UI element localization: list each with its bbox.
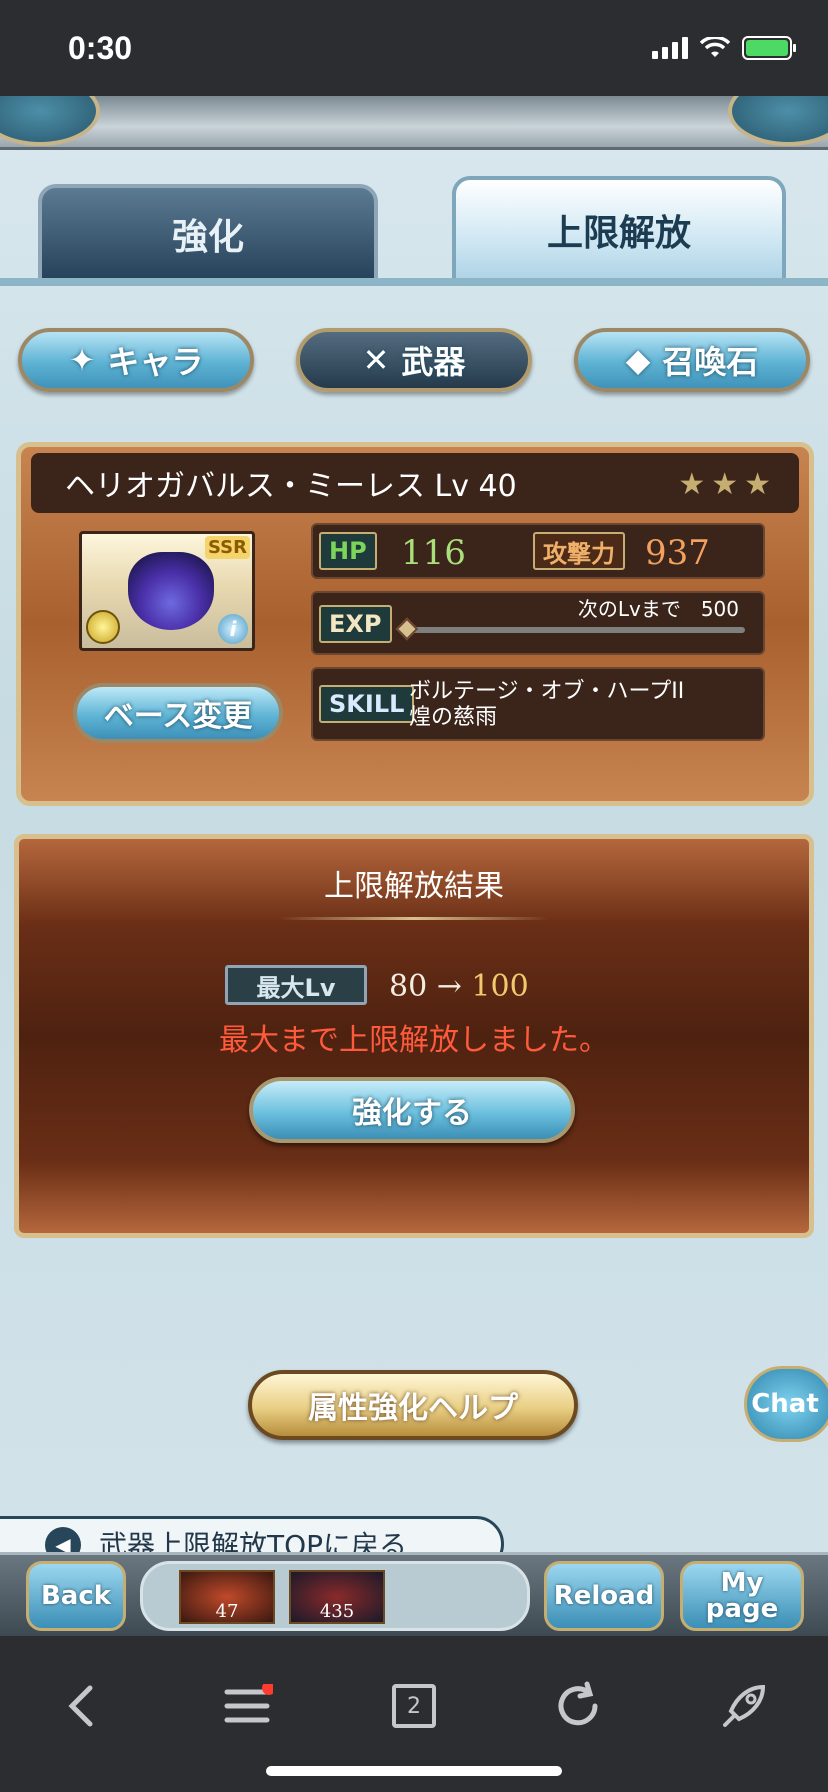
header-ornament	[0, 96, 828, 150]
crossed-swords-icon: ✕	[362, 341, 390, 379]
chat-button[interactable]: Chat	[744, 1366, 828, 1442]
quest-tray: 47 435	[140, 1561, 530, 1631]
game-nav-bar: Back 47 435 Reload My page	[0, 1552, 828, 1636]
weapon-name-level: ヘリオガバルス・ミーレス Lv 40	[65, 469, 517, 504]
weapon-panel: ヘリオガバルス・ミーレス Lv 40 ★★★ SSR i ベース変更 HP 11…	[16, 442, 814, 806]
category-weapon-button[interactable]: ✕ 武器	[296, 328, 532, 392]
light-element-icon	[86, 610, 120, 644]
rarity-badge: SSR	[205, 536, 250, 559]
category-label: 召喚石	[662, 343, 759, 381]
skill-2: 煌の慈雨	[409, 705, 498, 730]
element-help-button[interactable]: 属性強化ヘルプ	[248, 1370, 578, 1440]
tabs-button[interactable]: 2	[384, 1676, 444, 1736]
category-label: キャラ	[107, 343, 204, 381]
exp-to-next-level: 次のLvまで 500	[577, 597, 739, 621]
skill-list: ボルテージ・オブ・ハープII 煌の慈雨	[409, 679, 684, 731]
crystal-icon: ◆	[625, 341, 651, 379]
back-button[interactable]: Back	[26, 1561, 126, 1631]
result-title: 上限解放結果	[324, 869, 504, 904]
divider	[279, 917, 549, 920]
character-icon: ✦	[68, 341, 96, 379]
page-emblem-left	[0, 96, 100, 146]
max-level-label: 最大Lv	[225, 965, 367, 1005]
rocket-icon[interactable]	[714, 1676, 774, 1736]
exp-bar	[395, 617, 745, 641]
hp-label: HP	[319, 532, 377, 570]
quest-1-count: 47	[215, 1601, 239, 1622]
reload-button[interactable]: Reload	[544, 1561, 664, 1631]
game-view: 強化 上限解放 ✦ キャラ ✕ 武器 ◆ 召喚石 ヘリオガバルス・ミーレス Lv…	[0, 96, 828, 1636]
category-character-button[interactable]: ✦ キャラ	[18, 328, 254, 392]
uncap-stars-icon: ★★★	[678, 467, 777, 502]
menu-icon[interactable]	[218, 1676, 278, 1736]
tab-enhance[interactable]: 強化	[38, 184, 378, 284]
attack-value: 937	[645, 533, 710, 573]
status-bar: 0:30	[0, 0, 828, 96]
weapon-thumbnail[interactable]: SSR i	[79, 531, 255, 651]
home-indicator[interactable]	[266, 1766, 562, 1776]
max-uncap-message: 最大まで上限解放しました。	[219, 1023, 609, 1058]
quest-2-count: 435	[319, 1601, 355, 1622]
skill-label: SKILL	[319, 685, 415, 723]
clock: 0:30	[68, 30, 133, 66]
arrow-right-icon: →	[436, 969, 462, 1004]
tab-divider	[0, 278, 828, 286]
quest-2-thumbnail[interactable]: 435	[289, 1570, 385, 1624]
max-level-to: 100	[471, 969, 529, 1004]
cellular-signal-icon	[652, 37, 688, 59]
max-level-from: 80	[389, 969, 428, 1004]
stats-row: HP 116 攻撃力 937	[311, 523, 765, 579]
hp-value: 116	[401, 533, 466, 573]
exp-label: EXP	[319, 605, 392, 643]
reload-icon[interactable]	[548, 1676, 608, 1736]
skill-row: SKILL ボルテージ・オブ・ハープII 煌の慈雨	[311, 667, 765, 741]
wifi-icon	[700, 37, 730, 57]
exp-marker	[395, 617, 419, 641]
battery-charging-icon	[742, 36, 796, 60]
exp-row: EXP 次のLvまで 500	[311, 591, 765, 655]
enhance-button[interactable]: 強化する	[249, 1077, 575, 1143]
max-level-change: 80 → 100	[389, 969, 529, 1004]
skill-1: ボルテージ・オブ・ハープII	[409, 679, 685, 704]
weapon-header: ヘリオガバルス・ミーレス Lv 40 ★★★	[31, 453, 799, 513]
tab-limit-break[interactable]: 上限解放	[452, 176, 786, 284]
status-icons	[652, 36, 796, 60]
category-label: 武器	[401, 343, 466, 381]
attack-label: 攻撃力	[533, 532, 625, 570]
base-change-button[interactable]: ベース変更	[73, 683, 283, 743]
browser-toolbar: 2	[0, 1636, 828, 1792]
mypage-label-2: page	[705, 1594, 779, 1624]
info-icon[interactable]: i	[218, 614, 248, 644]
quest-1-thumbnail[interactable]: 47	[179, 1570, 275, 1624]
tab-count: 2	[392, 1684, 436, 1728]
page-emblem-right	[728, 96, 828, 146]
category-summon-button[interactable]: ◆ 召喚石	[574, 328, 810, 392]
mypage-button[interactable]: My page	[680, 1561, 804, 1631]
mypage-label-1: My	[720, 1568, 764, 1598]
back-chevron-icon[interactable]	[52, 1676, 112, 1736]
weapon-image	[128, 552, 214, 630]
limit-break-result-panel: 上限解放結果 最大Lv 80 → 100 最大まで上限解放しました。 強化する	[14, 834, 814, 1238]
